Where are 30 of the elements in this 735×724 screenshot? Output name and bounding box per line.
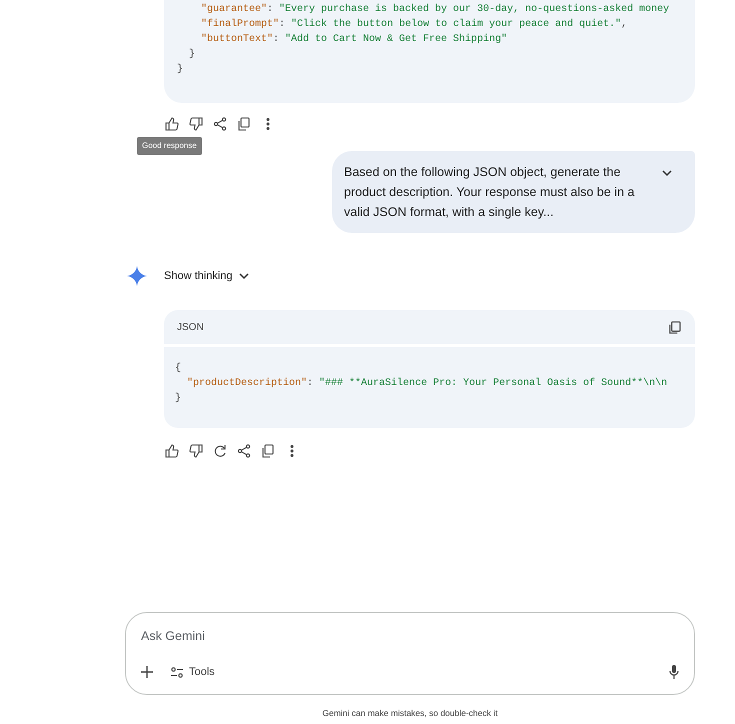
thumbs-down-icon[interactable] <box>188 117 204 131</box>
copy-icon[interactable] <box>668 320 681 334</box>
code-line: } <box>175 392 182 406</box>
sliders-icon <box>171 666 183 678</box>
share-icon[interactable] <box>212 117 228 131</box>
code-line: } <box>188 48 196 62</box>
tools-button[interactable]: Tools <box>171 664 215 680</box>
prompt-input[interactable]: Ask Gemini <box>141 627 441 646</box>
copy-icon[interactable] <box>260 444 276 458</box>
code-line: "guarantee": "Every purchase is backed by our 30-day, no-questions-asked money <box>200 2 670 17</box>
code-line: } <box>177 62 184 77</box>
copy-icon[interactable] <box>236 117 252 131</box>
code-language-label: JSON <box>177 320 204 334</box>
disclaimer: Gemini can make mistakes, so double-check it <box>321 707 499 720</box>
code-line: "productDescription": "### **AuraSilence Pro: Your Personal Oasis of Sound**\n\n <box>186 376 668 391</box>
thumbs-up-icon[interactable] <box>164 444 180 458</box>
code-line: { <box>175 362 182 376</box>
user-message: Based on the following JSON object, generate the product description. Your response must also be in a valid JSON format, with a single key... <box>344 164 636 221</box>
thumbs-up-icon[interactable] <box>164 117 180 131</box>
tooltip: Good response <box>137 137 202 155</box>
thumbs-down-icon[interactable] <box>188 444 204 458</box>
code-line: "finalPrompt": "Click the button below to claim your peace and quiet.", <box>200 18 628 32</box>
plus-icon[interactable] <box>141 666 153 678</box>
share-icon[interactable] <box>236 444 252 458</box>
microphone-icon[interactable] <box>669 665 679 679</box>
sparkle-icon <box>127 266 147 286</box>
code-line: "buttonText": "Add to Cart Now & Get Free Shipping" <box>200 32 508 47</box>
show-thinking-button[interactable]: Show thinking <box>164 268 248 284</box>
chevron-icon[interactable] <box>238 272 248 280</box>
redo-icon[interactable] <box>212 444 228 458</box>
